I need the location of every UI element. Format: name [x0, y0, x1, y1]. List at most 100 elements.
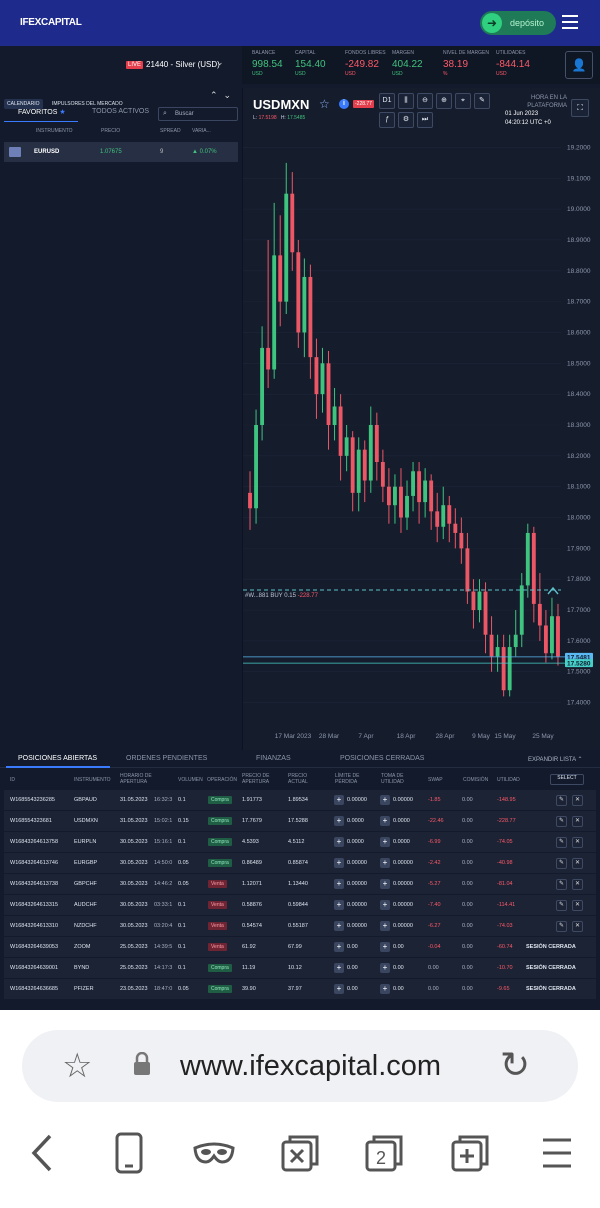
edit-icon[interactable]: ✎ [556, 879, 567, 890]
search-input[interactable]: ⌕ Buscar [158, 107, 238, 121]
edit-icon[interactable]: ✎ [556, 900, 567, 911]
select-button[interactable]: SELECT [550, 774, 584, 785]
timeframe-button[interactable]: D1 [379, 93, 395, 109]
chevron-up-icon[interactable]: ⌃ [210, 90, 224, 100]
add-take-profit-button[interactable]: + [380, 921, 390, 931]
indicators-icon[interactable]: ƒ [379, 112, 395, 128]
zoom-out-icon[interactable]: ⊖ [417, 93, 433, 109]
col-open-price[interactable]: PRECIO DE APERTURA [242, 773, 282, 785]
add-stop-loss-button[interactable]: + [334, 900, 344, 910]
col-commission[interactable]: COMISIÓN [463, 777, 488, 783]
chevron-down-icon[interactable]: ⌄ [224, 90, 238, 100]
position-line-label[interactable]: #W...881 BUY 0.15 -228.77 [245, 593, 318, 599]
add-stop-loss-button[interactable]: + [334, 984, 344, 994]
back-icon[interactable] [28, 1130, 58, 1180]
add-take-profit-button[interactable]: + [380, 816, 390, 826]
tab-all-assets[interactable]: TODOS ACTIVOS [92, 108, 149, 115]
tab-pending-orders[interactable]: ORDENES PENDIENTES [126, 755, 207, 762]
tab-finances[interactable]: FINANZAS [256, 755, 291, 762]
add-take-profit-button[interactable]: + [380, 942, 390, 952]
edit-icon[interactable]: ✎ [556, 795, 567, 806]
skip-forward-icon[interactable]: ⏭ [417, 112, 433, 128]
table-row[interactable]: W1684326461331​0 NZDCHF 30.05.2023 03:20:4 0… [4, 916, 596, 936]
col-take-profit[interactable]: TOMA DE UTILIDAD [381, 773, 413, 785]
col-profit[interactable]: UTILIDAD [497, 777, 520, 783]
tab-open-positions[interactable]: POSICIONES ABIERTAS [18, 755, 97, 762]
close-icon[interactable]: ✕ [572, 921, 583, 932]
candles-icon[interactable]: ⫼ [398, 93, 414, 109]
close-icon[interactable]: ✕ [572, 795, 583, 806]
hamburger-menu-icon[interactable] [562, 15, 578, 29]
tab-closed-positions[interactable]: POSICIONES CERRADAS [340, 755, 424, 762]
col-id[interactable]: ID [10, 777, 15, 783]
fullscreen-icon[interactable]: ⛶ [571, 99, 589, 117]
zoom-in-icon[interactable]: ⊕ [436, 93, 452, 109]
deposit-button[interactable]: ➜ depósito [480, 11, 556, 35]
add-take-profit-button[interactable]: + [380, 963, 390, 973]
add-take-profit-button[interactable]: + [380, 795, 390, 805]
col-operation[interactable]: OPERACIÓN [207, 777, 237, 783]
phone-icon[interactable] [114, 1130, 144, 1180]
add-stop-loss-button[interactable]: + [334, 837, 344, 847]
edit-icon[interactable]: ✎ [556, 816, 567, 827]
table-row[interactable]: W168432646390​53 ZOOM 25.05.2023 14:39:5 0.1… [4, 937, 596, 957]
close-icon[interactable]: ✕ [572, 879, 583, 890]
tab-favorites[interactable]: FAVORITOS ★ [18, 108, 66, 116]
url-text[interactable]: www.ifexcapital.com [180, 1050, 441, 1083]
close-tabs-icon[interactable] [280, 1130, 320, 1180]
table-row[interactable]: W16855432368​1 USDMXN 31.05.2023 15:02:1 0.1… [4, 811, 596, 831]
edit-icon[interactable]: ✎ [556, 837, 567, 848]
add-take-profit-button[interactable]: + [380, 984, 390, 994]
add-stop-loss-button[interactable]: + [334, 858, 344, 868]
add-take-profit-button[interactable]: + [380, 837, 390, 847]
position-open-time: 18:47:0 [154, 986, 173, 992]
add-stop-loss-button[interactable]: + [334, 963, 344, 973]
star-icon[interactable]: ☆ [319, 97, 330, 111]
gear-icon[interactable]: ⚙ [398, 112, 414, 128]
table-row[interactable]: W1684326461375​8 EURPLN 30.05.2023 15:16:1 0… [4, 832, 596, 852]
add-take-profit-button[interactable]: + [380, 900, 390, 910]
close-icon[interactable]: ✕ [572, 900, 583, 911]
table-row[interactable]: W168554323628​5 GBPAUD 31.05.2023 16:32:3 0.… [4, 790, 596, 810]
menu-icon[interactable] [540, 1130, 574, 1180]
table-row[interactable]: W1684326461373​8 GBPCHF 30.05.2023 14:46:2 0… [4, 874, 596, 894]
add-stop-loss-button[interactable]: + [334, 816, 344, 826]
close-icon[interactable]: ✕ [572, 858, 583, 869]
new-tab-icon[interactable] [450, 1130, 490, 1180]
account-selector[interactable]: LIVE 21440 - Silver (USD) ⌄ [0, 46, 242, 84]
col-open-time[interactable]: HORARIO DE APERTURA [120, 773, 170, 785]
crosshair-icon[interactable]: ⌖ [455, 93, 471, 109]
collapse-arrows[interactable]: ⌃⌄ [210, 90, 237, 101]
add-take-profit-button[interactable]: + [380, 858, 390, 868]
edit-icon[interactable]: ✎ [556, 921, 567, 932]
expand-list-button[interactable]: EXPANDIR LISTA ⌃ [528, 756, 583, 763]
chart-panel[interactable]: 19.2000 19.1000 19.0000 18.9000 18.8000 18.70… [242, 88, 600, 750]
table-row[interactable]: W168432646366​85 PFIZER 23.05.2023 18:47:0 0… [4, 979, 596, 999]
add-take-profit-button[interactable]: + [380, 879, 390, 889]
table-row[interactable]: W168432646390​01 BYND 25.05.2023 14:17:3 0.1… [4, 958, 596, 978]
table-row[interactable]: W1684326461374​6 EURGBP 30.05.2023 14:50:0 0… [4, 853, 596, 873]
price-chart[interactable]: 19.2000 19.1000 19.0000 18.9000 18.8000 18.70… [243, 88, 600, 750]
url-bar[interactable]: ☆ www.ifexcapital.com ↻ [22, 1030, 578, 1102]
instrument-row[interactable]: EURUSD 1.07675 9 ▲ 0.07% [4, 142, 238, 162]
tabs-counter-icon[interactable]: 2 [364, 1130, 404, 1180]
col-instrument[interactable]: INSTRUMENTO [74, 777, 111, 783]
col-volume[interactable]: VOLUMEN [178, 777, 203, 783]
close-icon[interactable]: ✕ [572, 837, 583, 848]
add-stop-loss-button[interactable]: + [334, 795, 344, 805]
edit-icon[interactable]: ✎ [556, 858, 567, 869]
reload-icon[interactable]: ↻ [500, 1044, 530, 1086]
incognito-mask-icon[interactable] [192, 1130, 236, 1180]
col-stop-loss[interactable]: LÍMITE DE PÉRDIDA [335, 773, 367, 785]
close-icon[interactable]: ✕ [572, 816, 583, 827]
info-icon[interactable]: i [339, 99, 349, 109]
user-profile-button[interactable]: 👤 [565, 51, 593, 79]
add-stop-loss-button[interactable]: + [334, 879, 344, 889]
add-stop-loss-button[interactable]: + [334, 921, 344, 931]
col-swap[interactable]: SWAP [428, 777, 443, 783]
bookmark-star-icon[interactable]: ☆ [62, 1046, 92, 1086]
add-stop-loss-button[interactable]: + [334, 942, 344, 952]
col-current-price[interactable]: PRECIO ACTUAL [288, 773, 318, 785]
pencil-icon[interactable]: ✎ [474, 93, 490, 109]
table-row[interactable]: W1684326461331​5 AUDCHF 30.05.2023 03:33:1 0… [4, 895, 596, 915]
